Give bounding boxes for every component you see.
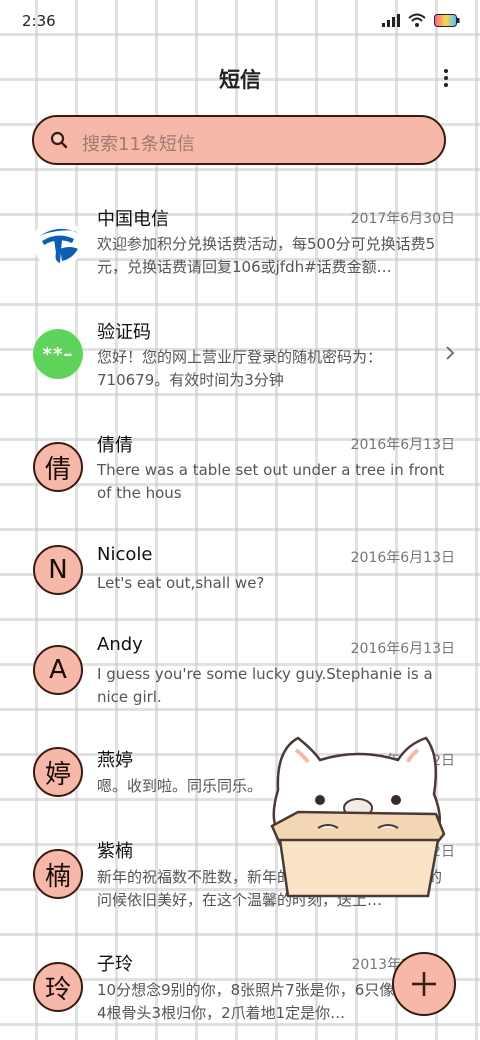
signal-icon [382, 13, 400, 27]
message-date: 2016年6月13日 [350, 550, 455, 566]
more-dot-icon [444, 76, 448, 80]
page-title: 短信 [219, 68, 261, 92]
contact-avatar: A [33, 645, 83, 695]
contact-avatar: 倩 [33, 442, 83, 492]
search-bar[interactable]: 搜索11条短信 [32, 115, 446, 165]
message-preview: There was a table set out under a tree i… [97, 461, 445, 502]
more-dot-icon [444, 69, 448, 73]
contact-name: 子玲 [97, 954, 133, 975]
contact-name: 验证码 [97, 322, 151, 343]
status-bar: 2:36 [0, 0, 480, 40]
message-date: 2016年6月13日 [350, 437, 455, 453]
contact-avatar: 玲 [33, 962, 83, 1012]
chevron-right-icon [446, 346, 455, 360]
contact-avatar: 婷 [33, 747, 83, 797]
message-preview: 欢迎参加积分兑换话费活动，每500分可兑换话费5元，兑换话费请回复106或jfd… [97, 235, 436, 276]
contact-name: 燕婷 [97, 750, 133, 771]
message-preview: I guess you're some lucky guy.Stephanie … [97, 665, 433, 706]
message-preview: 您好！您的网上营业厅登录的随机密码为：710679。有效时间为3分钟 [97, 348, 383, 389]
status-time: 2:36 [22, 12, 56, 30]
search-placeholder: 搜索11条短信 [82, 134, 195, 155]
contact-name: Andy [97, 634, 143, 655]
message-date: 2016年6月13日 [350, 641, 455, 657]
contact-avatar: 楠 [33, 849, 83, 899]
message-preview: 10分想念9别的你，8张照片7张是你，6只像你，4根骨头3根归你，2爪着地1定是… [97, 981, 425, 1022]
battery-icon [434, 13, 460, 27]
message-date: 2017年6月30日 [350, 211, 455, 227]
more-dot-icon [444, 83, 448, 87]
status-icons [382, 13, 460, 27]
contact-name: 紫楠 [97, 841, 133, 862]
message-preview: Let's eat out,shall we? [97, 574, 265, 592]
contact-name: 倩倩 [97, 435, 133, 456]
contact-avatar: N [33, 545, 83, 595]
more-options-button[interactable] [436, 66, 456, 90]
new-message-button[interactable] [392, 952, 456, 1016]
wifi-icon [408, 13, 426, 27]
contact-name: Nicole [97, 544, 153, 565]
verification-code-avatar: **– [33, 329, 83, 379]
contact-name: 中国电信 [97, 209, 169, 230]
china-telecom-logo-icon [33, 218, 83, 268]
search-icon [50, 131, 68, 149]
plus-icon [412, 972, 436, 996]
cat-in-box-sticker-icon [270, 736, 446, 898]
